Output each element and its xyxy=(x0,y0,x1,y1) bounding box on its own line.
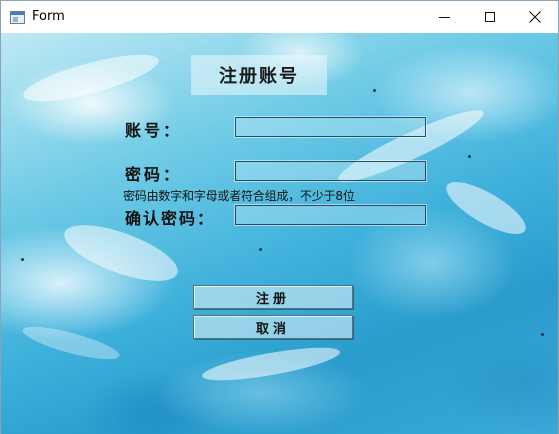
confirm-password-input[interactable] xyxy=(236,208,425,226)
title-bar[interactable]: Form xyxy=(1,1,558,33)
register-button[interactable]: 注册 xyxy=(193,285,353,309)
confirm-password-label: 确认密码： xyxy=(125,209,216,228)
confirm-password-field[interactable] xyxy=(234,204,427,226)
cancel-button[interactable]: 取消 xyxy=(193,315,353,339)
minimize-button[interactable] xyxy=(421,1,467,33)
account-field[interactable] xyxy=(234,116,427,138)
maximize-button[interactable] xyxy=(467,1,513,33)
minimize-icon xyxy=(438,16,450,18)
page-title: 注册账号 xyxy=(191,55,327,95)
close-button[interactable] xyxy=(512,1,558,33)
close-icon xyxy=(529,11,541,23)
password-field[interactable] xyxy=(234,160,427,182)
password-label: 密码： xyxy=(125,165,183,184)
password-hint: 密码由数字和字母或者符合组成，不少于8位 xyxy=(123,189,355,203)
maximize-icon xyxy=(485,12,495,22)
password-input[interactable] xyxy=(236,164,425,182)
account-input[interactable] xyxy=(236,120,425,138)
account-label: 账号： xyxy=(125,121,183,140)
form-background: 注册账号 账号： 密码： 密码由数字和字母或者符合组成，不少于8位 确认密码： … xyxy=(1,33,558,434)
app-window-icon xyxy=(10,11,25,24)
window-title: Form xyxy=(32,9,65,24)
app-window: Form 注册账号 账号： 密码： 密码由数字和字母或者符合组成，不少于8位 确… xyxy=(0,0,559,434)
